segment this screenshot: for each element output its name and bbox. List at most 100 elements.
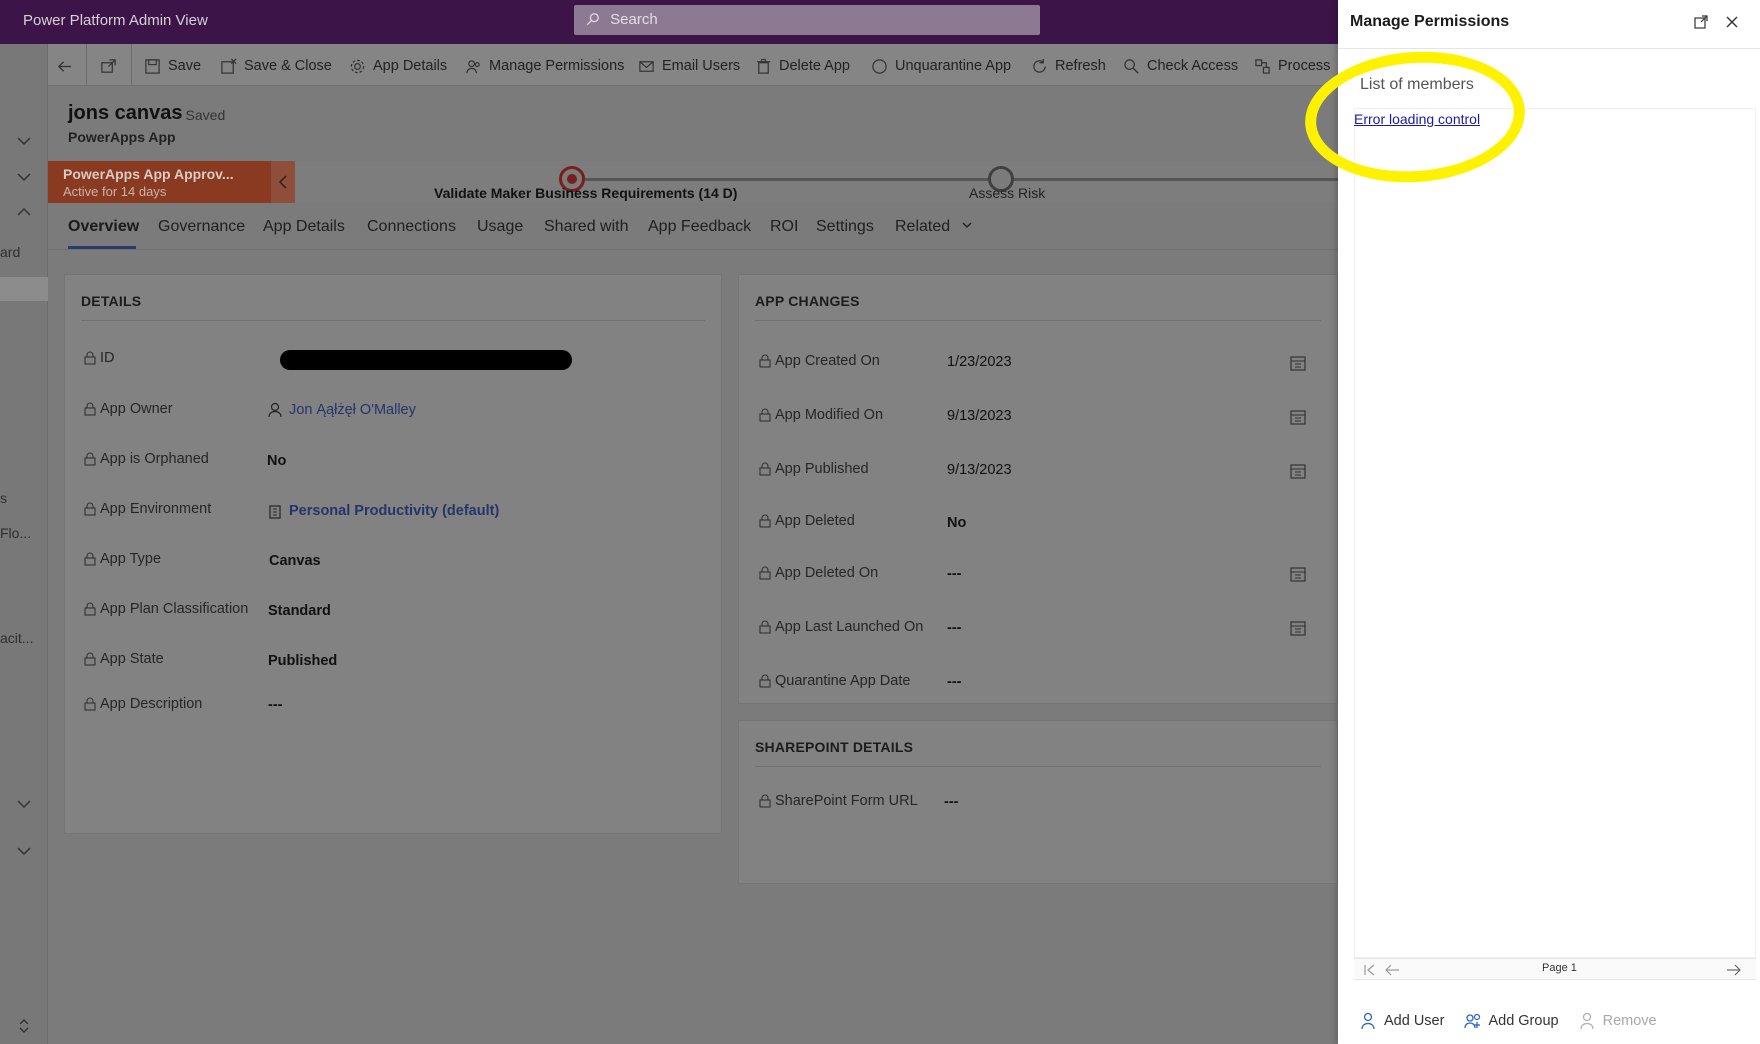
app-last-launched-value: ---	[947, 620, 962, 636]
add-user-button[interactable]: Add User	[1360, 1012, 1444, 1030]
business-process-flow: PowerApps App Approv... Active for 14 da…	[48, 161, 1338, 203]
calendar-icon[interactable]	[1290, 355, 1306, 371]
record-entity-type: PowerApps App	[68, 129, 176, 145]
delete-app-button[interactable]: Delete App	[755, 55, 850, 77]
save-label: Save	[168, 58, 202, 74]
panel-title: Manage Permissions	[1350, 13, 1510, 30]
back-button[interactable]	[56, 55, 80, 77]
process-icon	[1255, 58, 1270, 74]
expand-icon[interactable]	[1693, 14, 1709, 30]
chevron-down-icon[interactable]	[14, 841, 34, 861]
remove-user-icon	[1579, 1012, 1594, 1030]
stage-assess-risk[interactable]: Assess Risk	[969, 185, 1045, 201]
nav-item-partial[interactable]: Flo...	[0, 525, 40, 541]
previous-page-icon[interactable]	[1384, 962, 1400, 978]
quarantine-date-value: ---	[947, 674, 962, 690]
people-icon	[466, 59, 480, 73]
field-label: App State	[84, 651, 164, 667]
tab-usage[interactable]: Usage	[477, 218, 523, 236]
section-title: SHAREPOINT DETAILS	[755, 739, 914, 755]
tab-shared-with[interactable]: Shared with	[544, 218, 629, 236]
save-icon	[145, 58, 160, 74]
app-environment-link[interactable]: Personal Productivity (default)	[267, 503, 499, 519]
app-published-value: 9/13/2023	[947, 462, 1012, 478]
save-close-button[interactable]: Save & Close	[220, 55, 332, 77]
refresh-button[interactable]: Refresh	[1031, 55, 1106, 77]
lock-icon	[759, 674, 771, 688]
main-form: Save Save & Close App Details Manage Per…	[48, 44, 1338, 1044]
app-type-value: Canvas	[269, 553, 321, 569]
tab-settings[interactable]: Settings	[816, 218, 874, 236]
nav-item-partial[interactable]: s	[0, 490, 40, 506]
collapse-process-button[interactable]	[271, 161, 295, 203]
app-orphaned-value: No	[267, 453, 287, 469]
add-group-button[interactable]: Add Group	[1464, 1012, 1559, 1030]
next-page-icon[interactable]	[1726, 962, 1742, 978]
process-button[interactable]: Process	[1254, 55, 1330, 77]
close-icon[interactable]	[1724, 14, 1740, 30]
search-input[interactable]: Search	[574, 5, 1040, 35]
tab-connections[interactable]: Connections	[367, 218, 456, 236]
app-title[interactable]: Power Platform Admin View	[23, 12, 208, 29]
nav-item-selected[interactable]	[0, 277, 48, 301]
check-access-button[interactable]: Check Access	[1123, 55, 1238, 77]
tab-roi[interactable]: ROI	[770, 218, 798, 236]
panel-action-bar: Add User Add Group Remove	[1360, 1012, 1657, 1030]
tab-app-details[interactable]: App Details	[263, 218, 345, 236]
chevron-down-icon[interactable]	[14, 794, 34, 814]
lock-icon	[759, 514, 771, 528]
manage-permissions-button[interactable]: Manage Permissions	[465, 55, 624, 77]
tab-app-feedback[interactable]: App Feedback	[648, 218, 751, 236]
nav-item-partial[interactable]: ard	[0, 244, 40, 260]
app-state-value: Published	[268, 653, 338, 669]
search-placeholder: Search	[610, 11, 658, 28]
redaction-mark	[280, 350, 572, 370]
back-arrow-icon	[57, 60, 72, 72]
app-details-label: App Details	[373, 58, 448, 74]
remove-button[interactable]: Remove	[1579, 1012, 1657, 1030]
field-label: App Owner	[84, 401, 173, 417]
magnifier-icon	[1124, 58, 1139, 74]
error-loading-link[interactable]: Error loading control	[1354, 111, 1480, 127]
chevron-up-icon[interactable]	[14, 202, 34, 222]
search-icon	[586, 13, 599, 26]
manage-permissions-panel: Manage Permissions List of members Error…	[1338, 0, 1760, 1044]
lock-icon	[759, 620, 771, 634]
process-duration: Active for 14 days	[63, 184, 167, 199]
add-user-icon	[1361, 1012, 1375, 1030]
field-label: App Modified On	[759, 407, 883, 423]
tab-overview[interactable]: Overview	[68, 218, 139, 236]
app-description-value: ---	[268, 697, 283, 713]
command-bar: Save Save & Close App Details Manage Per…	[48, 44, 1338, 86]
open-new-window-button[interactable]	[100, 55, 124, 77]
app-owner-link[interactable]: Jon Ąąłżęł O'Malley	[267, 402, 416, 418]
save-close-label: Save & Close	[244, 58, 332, 74]
lock-icon	[759, 354, 771, 368]
lock-icon	[84, 502, 96, 516]
chevron-down-icon[interactable]	[14, 167, 34, 187]
stage-validate-requirements[interactable]: Validate Maker Business Requirements (14…	[434, 185, 737, 201]
active-process-stage[interactable]: PowerApps App Approv... Active for 14 da…	[48, 161, 271, 203]
section-title: APP CHANGES	[755, 293, 860, 309]
email-users-button[interactable]: Email Users	[638, 55, 740, 77]
trash-icon	[756, 58, 771, 74]
divider	[131, 44, 132, 86]
field-label: App Deleted On	[759, 565, 878, 581]
calendar-icon[interactable]	[1290, 409, 1306, 425]
save-button[interactable]: Save	[144, 55, 201, 77]
app-details-button[interactable]: App Details	[349, 55, 447, 77]
calendar-icon[interactable]	[1290, 566, 1306, 582]
calendar-icon[interactable]	[1290, 620, 1306, 636]
expand-collapse-icon[interactable]	[14, 1016, 34, 1036]
circle-icon	[872, 58, 887, 74]
unquarantine-app-button[interactable]: Unquarantine App	[871, 55, 1011, 77]
first-page-icon[interactable]	[1362, 962, 1378, 978]
person-icon	[268, 402, 282, 418]
tab-related[interactable]: Related	[895, 218, 973, 236]
chevron-down-icon[interactable]	[14, 131, 34, 151]
calendar-icon[interactable]	[1290, 463, 1306, 479]
tab-governance[interactable]: Governance	[158, 218, 245, 236]
nav-item-partial[interactable]: acit...	[0, 630, 40, 646]
field-label: Quarantine App Date	[759, 673, 910, 689]
divider	[86, 44, 87, 86]
